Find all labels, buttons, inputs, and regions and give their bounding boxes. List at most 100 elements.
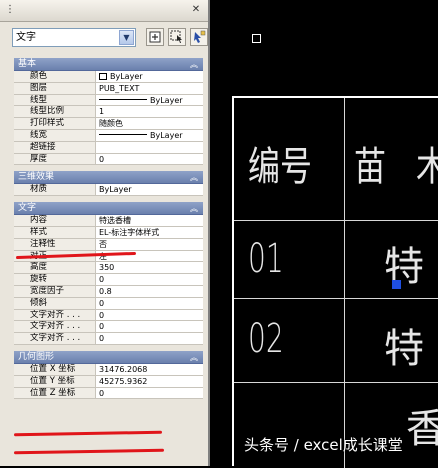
property-label: 旋转 [14, 274, 96, 285]
property-row-material[interactable]: 材质 ByLayer [14, 184, 203, 197]
property-row-position-y[interactable]: 位置 Y 坐标 45275.9362 [14, 375, 203, 388]
property-row-height[interactable]: 高度 350 [14, 262, 203, 275]
properties-toolbar: 文字 ▼ [12, 28, 208, 48]
collapse-icon[interactable]: ︽ [190, 202, 198, 215]
value-text: ByLayer [110, 72, 143, 81]
property-label: 高度 [14, 262, 96, 274]
palette-title-bar[interactable]: ✕ ⋮ [0, 0, 208, 22]
lineweight-sample-icon [99, 133, 147, 135]
toggle-pickadd-button[interactable] [190, 28, 208, 46]
property-value[interactable]: 1 [96, 106, 203, 118]
property-value[interactable] [96, 141, 203, 153]
property-row-thickness[interactable]: 厚度 0 [14, 153, 203, 166]
property-row-hyperlink[interactable]: 超链接 [14, 141, 203, 154]
drawing-table[interactable]: 编号 苗 木 01 特 02 特 香 [232, 96, 438, 468]
section-title: 文字 [18, 203, 37, 214]
property-label: 打印样式 [14, 118, 96, 129]
value-text: ByLayer [150, 95, 183, 105]
property-value[interactable]: 350 [96, 262, 203, 274]
property-value[interactable]: ByLayer [96, 184, 203, 196]
collapse-icon[interactable]: ︽ [190, 171, 198, 184]
property-label: 倾斜 [14, 297, 96, 309]
property-label: 材质 [14, 184, 96, 196]
property-value[interactable]: 0 [96, 274, 203, 285]
collapse-icon[interactable]: ︽ [190, 58, 198, 71]
property-value[interactable]: 0 [96, 321, 203, 333]
drawing-canvas[interactable]: 编号 苗 木 01 特 02 特 香 [222, 0, 438, 468]
property-label: 线型比例 [14, 106, 96, 118]
property-row-width-factor[interactable]: 宽度因子 0.8 [14, 285, 203, 298]
property-value[interactable]: 0 [96, 309, 203, 321]
table-cell-number: 02 [248, 316, 284, 362]
value-text: ByLayer [150, 130, 183, 140]
color-swatch-icon [99, 73, 107, 80]
property-row-contents[interactable]: 内容 特选香槽 [14, 215, 203, 227]
grip-icon[interactable]: ⋮ [4, 4, 16, 16]
property-row-plot-style[interactable]: 打印样式 随颜色 [14, 118, 203, 130]
property-row-obliquing[interactable]: 倾斜 0 [14, 297, 203, 310]
property-value[interactable]: EL-标注字体样式 [96, 226, 203, 238]
property-value[interactable]: 0 [96, 297, 203, 309]
quick-select-button[interactable] [146, 28, 164, 46]
property-value[interactable]: 31476.2068 [96, 363, 203, 375]
property-value[interactable]: 随颜色 [96, 118, 203, 129]
section-text[interactable]: 文字 ︽ [14, 202, 203, 216]
property-value[interactable]: 0.8 [96, 285, 203, 297]
linetype-sample-icon [99, 98, 147, 100]
property-value[interactable]: 特选香槽 [96, 215, 203, 226]
property-row-rotation[interactable]: 旋转 0 [14, 274, 203, 286]
chevron-down-icon[interactable]: ▼ [119, 30, 134, 45]
property-row-text-alignment-z[interactable]: 文字对齐 . . . 0 [14, 333, 203, 345]
property-label: 位置 X 坐标 [14, 363, 96, 375]
quick-select-icon [149, 31, 161, 43]
property-label: 文字对齐 . . . [14, 333, 96, 344]
property-label: 文字对齐 . . . [14, 309, 96, 321]
property-value[interactable]: 0 [96, 387, 203, 399]
property-value[interactable]: ByLayer [96, 129, 203, 141]
property-value[interactable]: 45275.9362 [96, 375, 203, 387]
property-value[interactable]: 否 [96, 238, 203, 250]
property-row-linetype[interactable]: 线型 ByLayer [14, 94, 203, 107]
property-value[interactable]: 0 [96, 153, 203, 165]
property-label: 颜色 [14, 71, 96, 82]
property-value[interactable]: PUB_TEXT [96, 82, 203, 94]
property-row-layer[interactable]: 图层 PUB_TEXT [14, 82, 203, 95]
section-3d-visualization[interactable]: 三维效果 ︽ [14, 171, 203, 185]
section-general[interactable]: 基本 ︽ [14, 58, 203, 71]
section-title: 几何图形 [18, 351, 55, 362]
property-value[interactable]: 0 [96, 333, 203, 344]
text-grip-handle[interactable] [392, 280, 401, 289]
property-row-style[interactable]: 样式 EL-标注字体样式 [14, 226, 203, 239]
table-line [234, 220, 438, 221]
property-label: 注释性 [14, 238, 96, 250]
property-label: 文字对齐 . . . [14, 321, 96, 333]
property-row-position-z[interactable]: 位置 Z 坐标 0 [14, 387, 203, 400]
table-header-name-cont: 木 [416, 134, 438, 192]
property-value[interactable]: ByLayer [96, 71, 203, 82]
property-label: 线型 [14, 94, 96, 106]
property-value[interactable]: ByLayer [96, 94, 203, 106]
property-label: 图层 [14, 82, 96, 94]
property-row-text-alignment-y[interactable]: 文字对齐 . . . 0 [14, 321, 203, 334]
property-row-position-x[interactable]: 位置 X 坐标 31476.2068 [14, 363, 203, 376]
table-cell-name: 香 [406, 406, 438, 452]
close-icon[interactable]: ✕ [190, 4, 202, 16]
property-label: 内容 [14, 215, 96, 226]
collapse-icon[interactable]: ︽ [190, 351, 198, 364]
select-objects-button[interactable] [168, 28, 186, 46]
toggle-pickadd-icon [194, 30, 206, 43]
table-line [234, 298, 438, 299]
property-grid: 基本 ︽ 颜色 ByLayer 图层 PUB_TEXT 线型 ByLayer 线… [14, 58, 203, 466]
section-geometry[interactable]: 几何图形 ︽ [14, 350, 203, 364]
table-header-number: 编号 [248, 144, 312, 190]
watermark: 头条号 / excel成长课堂 [244, 436, 403, 454]
select-objects-icon [170, 30, 182, 43]
ucs-marker-icon [252, 34, 261, 43]
table-cell-name[interactable]: 特 [384, 234, 424, 292]
property-row-linetype-scale[interactable]: 线型比例 1 [14, 106, 203, 119]
property-row-text-alignment-x[interactable]: 文字对齐 . . . 0 [14, 309, 203, 322]
object-type-dropdown[interactable]: 文字 ▼ [12, 28, 136, 47]
property-row-annotative[interactable]: 注释性 否 [14, 238, 203, 251]
property-row-color[interactable]: 颜色 ByLayer [14, 71, 203, 83]
property-row-lineweight[interactable]: 线宽 ByLayer [14, 129, 203, 142]
